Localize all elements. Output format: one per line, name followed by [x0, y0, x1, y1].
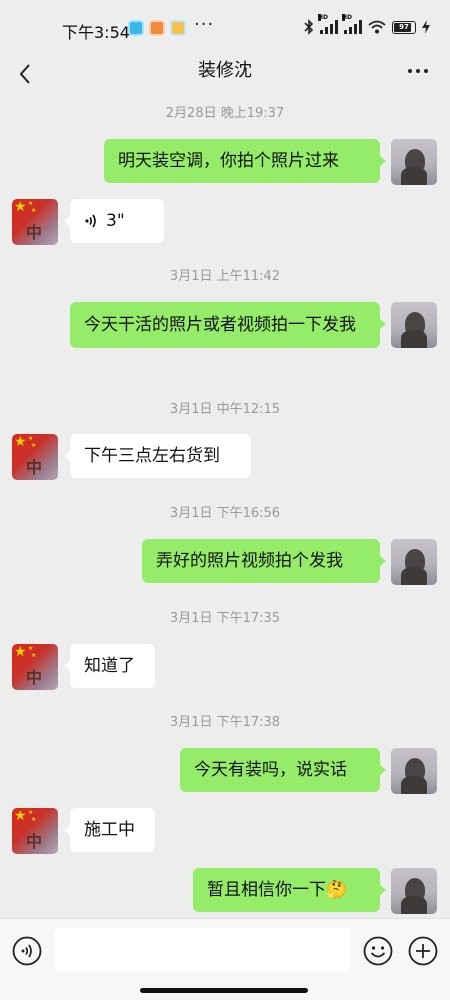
message-timestamp: 3月1日 上午11:42 [169, 269, 281, 284]
message-timestamp: 3月1日 下午16:56 [169, 506, 281, 521]
voice-mode-button[interactable] [10, 934, 44, 968]
my-message-bubble[interactable]: 弄好的照片视频拍个发我 [142, 539, 386, 583]
chat-title: 装修沈 [198, 60, 252, 81]
home-indicator[interactable] [140, 988, 308, 993]
message-input[interactable] [54, 928, 351, 972]
status-bar: 下午3:54 ··· HD HD 97 [0, 0, 450, 56]
contact-avatar[interactable]: ★ ★ ★ 中 [12, 644, 58, 690]
more-dots-icon [408, 69, 412, 73]
voice-duration: 3" [106, 211, 125, 231]
battery-level: 97 [399, 22, 409, 31]
hd-label: HD [342, 14, 353, 21]
my-avatar[interactable] [391, 539, 437, 585]
contact-message-bubble[interactable]: 施工中 [64, 808, 155, 852]
message-text: 暂且相信你一下 [207, 880, 326, 900]
wifi-icon [368, 20, 386, 34]
my-message-bubble[interactable]: 暂且相信你一下🤔 [193, 868, 386, 912]
chat-message-list[interactable]: 2月28日 晚上19:37 明天装空调，你拍个照片过来 ★ ★ ★ 中 3" 3… [0, 96, 450, 918]
message-timestamp: 3月1日 下午17:38 [169, 715, 281, 730]
more-button[interactable] [400, 56, 436, 86]
contact-avatar[interactable]: ★ ★ ★ 中 [12, 434, 58, 480]
contact-avatar[interactable]: ★ ★ ★ 中 [12, 808, 58, 854]
plus-button[interactable] [406, 934, 440, 968]
emoji-button[interactable] [361, 934, 395, 968]
app-notification-icon [128, 20, 144, 36]
message-timestamp: 3月1日 中午12:15 [169, 402, 281, 417]
thinking-emoji-icon: 🤔 [326, 880, 348, 900]
emoji-icon [363, 936, 393, 966]
contact-message-bubble[interactable]: 下午三点左右货到 [64, 434, 251, 478]
contact-avatar[interactable]: ★ ★ ★ 中 [12, 199, 58, 245]
hd-label: HD [318, 14, 329, 21]
app-notification-icon [149, 20, 165, 36]
bluetooth-icon [304, 19, 314, 35]
message-timestamp: 2月28日 晚上19:37 [165, 106, 285, 121]
signal-icon: HD [342, 14, 362, 34]
my-avatar[interactable] [391, 139, 437, 185]
status-time: 下午3:54 [62, 23, 130, 42]
contact-message-bubble[interactable]: 知道了 [64, 644, 155, 688]
app-notification-icon [170, 20, 186, 36]
battery-icon: 97 [392, 20, 416, 34]
voice-wave-icon [85, 214, 96, 228]
my-avatar[interactable] [391, 748, 437, 794]
my-message-bubble[interactable]: 今天干活的照片或者视频拍一下发我 [70, 302, 386, 348]
plus-icon [408, 936, 438, 966]
message-timestamp: 3月1日 下午17:35 [169, 611, 281, 626]
my-message-bubble[interactable]: 明天装空调，你拍个照片过来 [104, 139, 386, 183]
my-avatar[interactable] [391, 302, 437, 348]
voice-message-bubble[interactable]: 3" [64, 199, 164, 243]
status-right-group: HD HD 97 [304, 14, 430, 35]
chat-header: 装修沈 [0, 56, 450, 96]
charging-icon [422, 20, 430, 34]
signal-icon: HD [318, 14, 338, 34]
voice-mode-icon [12, 936, 42, 966]
more-notifications-icon: ··· [194, 14, 215, 35]
my-avatar[interactable] [391, 868, 437, 914]
my-message-bubble[interactable]: 今天有装吗，说实话 [180, 748, 386, 792]
